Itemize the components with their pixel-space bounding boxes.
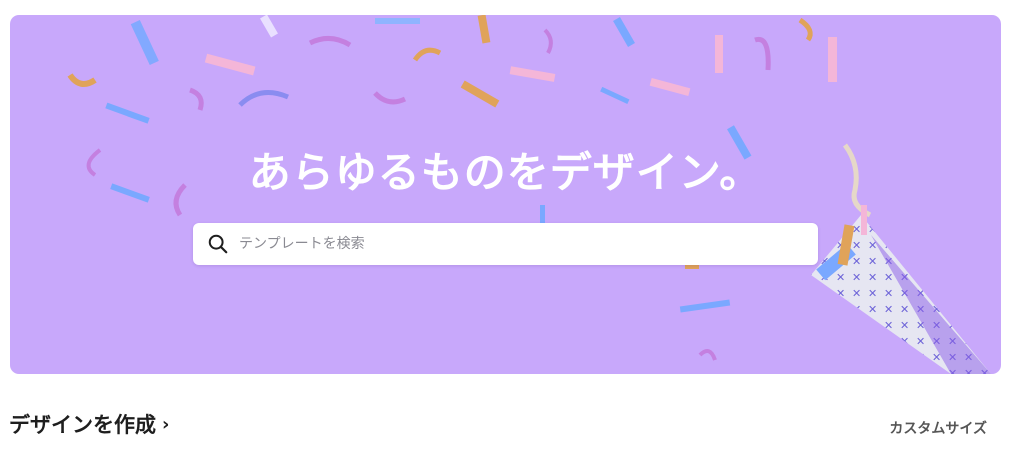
hero-banner: ✕ あらゆるものをデザイン。 xyxy=(10,15,1001,374)
create-design-link[interactable]: デザインを作成 › xyxy=(9,409,169,439)
hero-title: あらゆるものをデザイン。 xyxy=(248,148,763,197)
custom-size-button[interactable]: カスタムサイズ xyxy=(889,418,987,438)
chevron-right-icon: › xyxy=(162,413,170,435)
template-search-box[interactable] xyxy=(193,223,818,265)
section-title: デザインを作成 xyxy=(9,413,156,437)
search-input[interactable] xyxy=(239,225,818,263)
search-icon xyxy=(208,234,228,254)
